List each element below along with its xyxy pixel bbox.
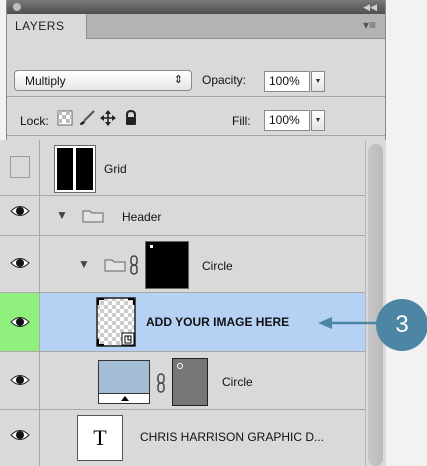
layer-name: Grid <box>104 162 127 176</box>
callout-badge: 3 <box>376 299 427 351</box>
layer-name: Header <box>122 210 162 224</box>
move-icon[interactable] <box>100 110 116 126</box>
eye-icon[interactable] <box>10 315 30 337</box>
callout-arrow <box>318 317 382 329</box>
blend-mode-select[interactable]: Multiply ⇕ <box>14 70 192 91</box>
visibility-cell[interactable] <box>0 410 40 466</box>
tab-bar: LAYERS ▾≡ <box>7 14 385 39</box>
scrollbar[interactable] <box>365 140 386 466</box>
layer-row[interactable]: T CHRIS HARRISON GRAPHIC D... <box>0 410 378 466</box>
visibility-cell[interactable] <box>0 236 40 292</box>
expand-triangle-icon[interactable]: ▼ <box>78 257 90 271</box>
layer-name: Circle <box>202 259 233 273</box>
visibility-cell[interactable] <box>0 196 40 235</box>
layer-row[interactable]: ▼ Circle <box>0 236 378 293</box>
layer-row[interactable]: ▼ Header <box>0 196 378 236</box>
eye-icon[interactable] <box>10 204 30 226</box>
layer-row[interactable]: Grid <box>0 140 378 196</box>
close-icon[interactable] <box>13 3 21 11</box>
divider <box>7 96 385 97</box>
fill-dropdown-icon[interactable]: ▼ <box>311 110 325 131</box>
layer-mask-thumbnail[interactable] <box>145 241 189 289</box>
layer-name: CHRIS HARRISON GRAPHIC D... <box>140 430 325 444</box>
layer-name: Circle <box>222 375 253 389</box>
eye-icon[interactable] <box>10 428 30 450</box>
fill-layer-thumbnail[interactable] <box>98 360 150 404</box>
folder-icon <box>104 258 126 272</box>
text-layer-icon: T <box>77 415 123 461</box>
folder-icon <box>82 209 104 223</box>
visibility-cell[interactable] <box>0 352 40 409</box>
scrollbar-thumb[interactable] <box>368 144 383 466</box>
link-icon[interactable] <box>155 373 167 393</box>
blend-mode-value: Multiply <box>25 74 66 88</box>
divider <box>7 135 385 136</box>
updown-arrow-icon: ⇕ <box>173 74 183 86</box>
expand-triangle-icon[interactable]: ▼ <box>56 208 68 222</box>
layer-name: ADD YOUR IMAGE HERE <box>146 315 290 329</box>
panel-menu-icon[interactable]: ▾≡ <box>363 18 376 32</box>
visibility-cell[interactable] <box>0 293 40 351</box>
lock-all-icon[interactable] <box>123 109 139 126</box>
tab-layers[interactable]: LAYERS <box>7 14 87 39</box>
layer-row[interactable]: Circle <box>0 352 378 410</box>
fill-field[interactable]: 100% <box>264 110 310 131</box>
layer-mask-thumbnail[interactable] <box>172 358 208 406</box>
opacity-label: Opacity: <box>202 73 247 87</box>
brush-icon[interactable] <box>78 110 95 126</box>
opacity-field[interactable]: 100% <box>264 71 310 92</box>
collapse-icon[interactable]: ◀◀ <box>363 1 377 13</box>
visibility-cell[interactable] <box>0 140 40 195</box>
panel-titlebar: ◀◀ <box>7 0 385 14</box>
opacity-dropdown-icon[interactable]: ▼ <box>311 71 325 92</box>
smart-object-thumbnail <box>96 297 136 347</box>
fill-label: Fill: <box>232 114 251 128</box>
layer-thumbnail <box>54 145 96 193</box>
link-icon[interactable] <box>128 255 140 275</box>
visibility-toggle[interactable] <box>10 156 30 178</box>
eye-icon[interactable] <box>10 256 30 278</box>
layers-list: Grid ▼ Header ▼ Circle ADD YOUR IMAGE HE… <box>0 140 378 466</box>
lock-label: Lock: <box>20 114 49 128</box>
eye-icon[interactable] <box>10 373 30 395</box>
lock-transparency-icon[interactable] <box>57 110 73 126</box>
